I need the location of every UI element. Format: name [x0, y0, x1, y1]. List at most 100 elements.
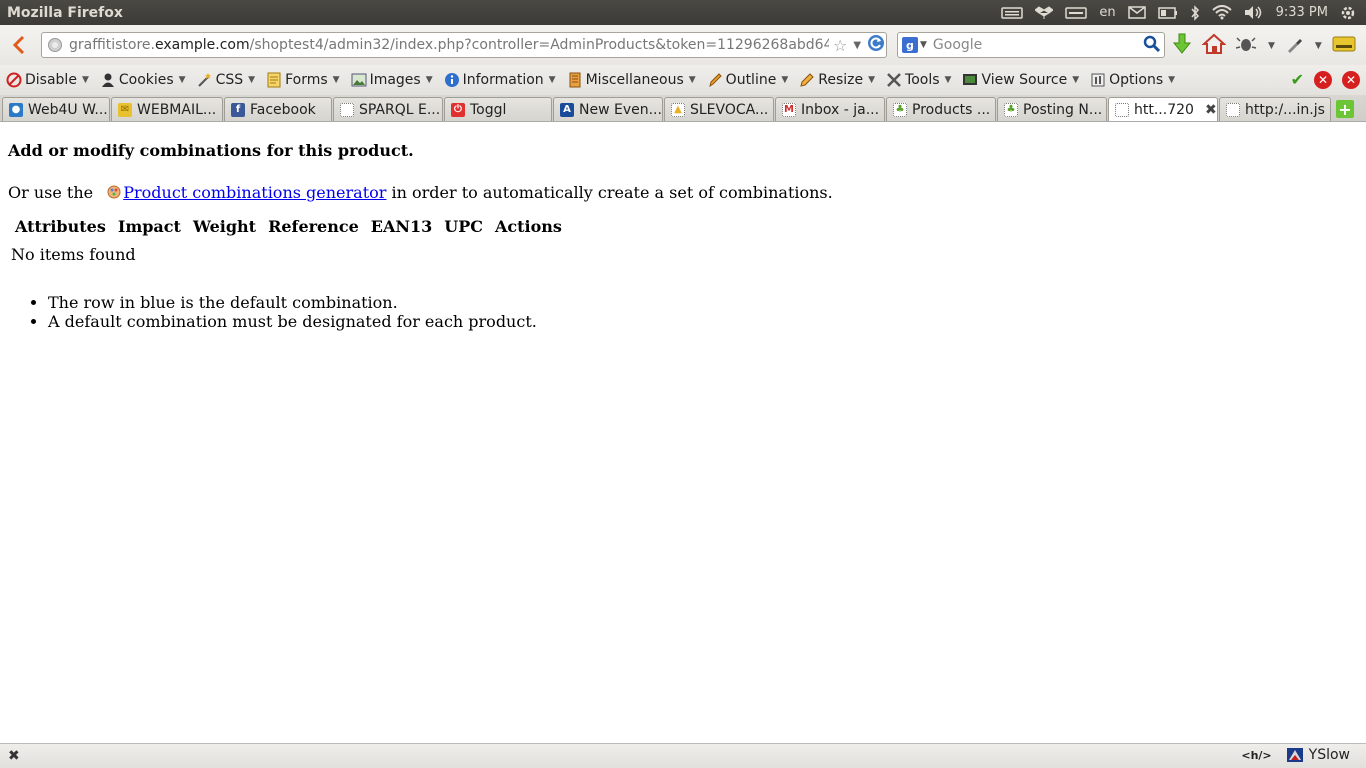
- yslow-button[interactable]: YSlow: [1286, 747, 1350, 763]
- notes-list: The row in blue is the default combinati…: [48, 293, 537, 331]
- outline-menu[interactable]: Outline ▼: [707, 72, 789, 88]
- colorzilla-icon[interactable]: [1285, 34, 1305, 58]
- url-bar[interactable]: graffitistore.example.com/shoptest4/admi…: [41, 32, 887, 58]
- tab-2[interactable]: ✉ WEBMAIL...: [111, 97, 223, 121]
- new-tab-icon[interactable]: +: [1336, 100, 1354, 119]
- chevron-down-icon: ▼: [781, 75, 789, 85]
- tab-label: Facebook: [250, 101, 316, 118]
- battery-icon[interactable]: [1157, 6, 1178, 19]
- forms-menu[interactable]: Forms ▼: [266, 72, 340, 88]
- js-error-icon[interactable]: ✕: [1342, 71, 1360, 89]
- tab-5[interactable]: ⏻ Toggl: [444, 97, 552, 121]
- tab-11[interactable]: htt...720 ✖: [1108, 97, 1218, 121]
- miscellaneous-label: Miscellaneous: [585, 72, 684, 88]
- tab-3[interactable]: f Facebook: [224, 97, 332, 121]
- tab-7[interactable]: ▲ SLEVOCA...: [664, 97, 774, 121]
- tab-10[interactable]: ♣ Posting N...: [997, 97, 1107, 121]
- css-error-icon[interactable]: ✕: [1314, 71, 1332, 89]
- tab-6[interactable]: A New Even...: [553, 97, 663, 121]
- disable-icon: [6, 72, 22, 88]
- options-menu[interactable]: Options ▼: [1090, 72, 1175, 88]
- status-bar: ✖ <h/> YSlow: [0, 743, 1366, 768]
- bluetooth-icon[interactable]: [1190, 4, 1200, 21]
- tab-12[interactable]: http:/...in.js: [1219, 97, 1331, 121]
- forms-icon: [267, 72, 281, 88]
- keyboard-layout-icon[interactable]: [1065, 6, 1088, 20]
- firebug-dropdown-icon[interactable]: ▼: [1268, 41, 1275, 51]
- webmail-icon: ✉: [118, 102, 132, 117]
- site-identity-icon[interactable]: [47, 37, 63, 53]
- google-engine-icon[interactable]: g ▼: [902, 37, 927, 53]
- clock[interactable]: 9:33 PM: [1276, 5, 1328, 20]
- empty-message: No items found: [11, 245, 136, 264]
- reload-icon[interactable]: [867, 34, 885, 56]
- view-source-chart-label[interactable]: <h/>: [1241, 749, 1271, 762]
- cookies-label: Cookies: [118, 72, 174, 88]
- column-header-ean13: EAN13: [370, 217, 433, 236]
- bookmark-star-icon[interactable]: ☆: [833, 36, 847, 55]
- tab-1[interactable]: ● Web4U W...: [2, 97, 110, 121]
- tab-4[interactable]: SPARQL E...: [333, 97, 443, 121]
- forms-label: Forms: [285, 72, 328, 88]
- options-label: Options: [1109, 72, 1164, 88]
- resize-menu[interactable]: Resize ▼: [799, 72, 875, 88]
- column-header-impact: Impact: [117, 217, 181, 236]
- addon-bar-icon[interactable]: [1332, 34, 1356, 58]
- tools-label: Tools: [905, 72, 940, 88]
- keyboard-icon[interactable]: [1001, 6, 1024, 20]
- language-indicator[interactable]: en: [1099, 5, 1115, 20]
- cookies-menu[interactable]: Cookies ▼: [100, 72, 186, 88]
- tab-9[interactable]: ♣ Products ...: [886, 97, 996, 121]
- checkmark-icon[interactable]: ✔: [1291, 71, 1304, 89]
- outline-pencil-icon: [708, 73, 722, 88]
- column-header-weight: Weight: [192, 217, 257, 236]
- tab-label: Posting N...: [1023, 101, 1103, 118]
- status-right: <h/> YSlow: [1241, 747, 1350, 763]
- window-title: Mozilla Firefox: [7, 4, 123, 21]
- tab-strip: ● Web4U W... ✉ WEBMAIL... f Facebook SPARQL E.…: [0, 95, 1366, 122]
- search-icon[interactable]: [1143, 35, 1161, 56]
- generator-link[interactable]: Product combinations generator: [123, 183, 386, 202]
- images-icon: [351, 73, 367, 87]
- yslow-icon: [1286, 748, 1303, 762]
- toolbar-icons: ▼ ▼: [1172, 32, 1356, 60]
- back-button[interactable]: [2, 30, 36, 60]
- search-input[interactable]: Google: [933, 37, 1143, 53]
- mail-icon[interactable]: [1127, 6, 1146, 19]
- url-host: example.com: [155, 37, 250, 53]
- drive-icon: ▲: [671, 102, 685, 117]
- page-title: Add or modify combinations for this prod…: [8, 141, 414, 160]
- tab-label: Inbox - ja...: [801, 101, 880, 118]
- images-menu[interactable]: Images ▼: [351, 72, 433, 88]
- view-source-menu[interactable]: View Source ▼: [962, 72, 1079, 88]
- power-gear-icon[interactable]: [1340, 5, 1356, 21]
- tab-close-icon[interactable]: ✖: [1205, 102, 1217, 118]
- css-menu[interactable]: CSS ▼: [197, 72, 255, 88]
- chevron-down-icon: ▼: [688, 75, 696, 85]
- disable-menu[interactable]: Disable ▼: [6, 72, 89, 88]
- wifi-icon[interactable]: [1211, 5, 1232, 20]
- search-bar[interactable]: g ▼ Google: [897, 32, 1165, 58]
- dropbox-icon[interactable]: [1035, 5, 1054, 21]
- url-host-prefix: graffitistore.: [69, 37, 155, 53]
- images-label: Images: [369, 72, 421, 88]
- volume-icon[interactable]: [1244, 5, 1264, 20]
- column-header-attributes: Attributes: [15, 217, 106, 236]
- firebug-icon[interactable]: [1235, 35, 1258, 57]
- information-label: Information: [462, 72, 544, 88]
- generator-icon: [107, 185, 121, 199]
- chevron-down-icon: ▼: [248, 75, 256, 85]
- url-dropdown-icon[interactable]: ▼: [853, 40, 861, 51]
- downloads-icon[interactable]: [1172, 32, 1192, 60]
- tools-menu[interactable]: Tools ▼: [886, 72, 951, 88]
- information-menu[interactable]: Information ▼: [444, 72, 556, 88]
- colorzilla-dropdown-icon[interactable]: ▼: [1315, 41, 1322, 51]
- facebook-icon: f: [231, 102, 245, 117]
- close-addon-bar-icon[interactable]: ✖: [8, 748, 20, 764]
- column-header-reference: Reference: [268, 217, 359, 236]
- top-panel: Mozilla Firefox en 9:33 PM: [0, 0, 1366, 25]
- tab-8[interactable]: M Inbox - ja...: [775, 97, 885, 121]
- url-text[interactable]: graffitistore.example.com/shoptest4/admi…: [69, 37, 829, 53]
- miscellaneous-menu[interactable]: Miscellaneous ▼: [567, 72, 696, 88]
- home-icon[interactable]: [1201, 32, 1227, 60]
